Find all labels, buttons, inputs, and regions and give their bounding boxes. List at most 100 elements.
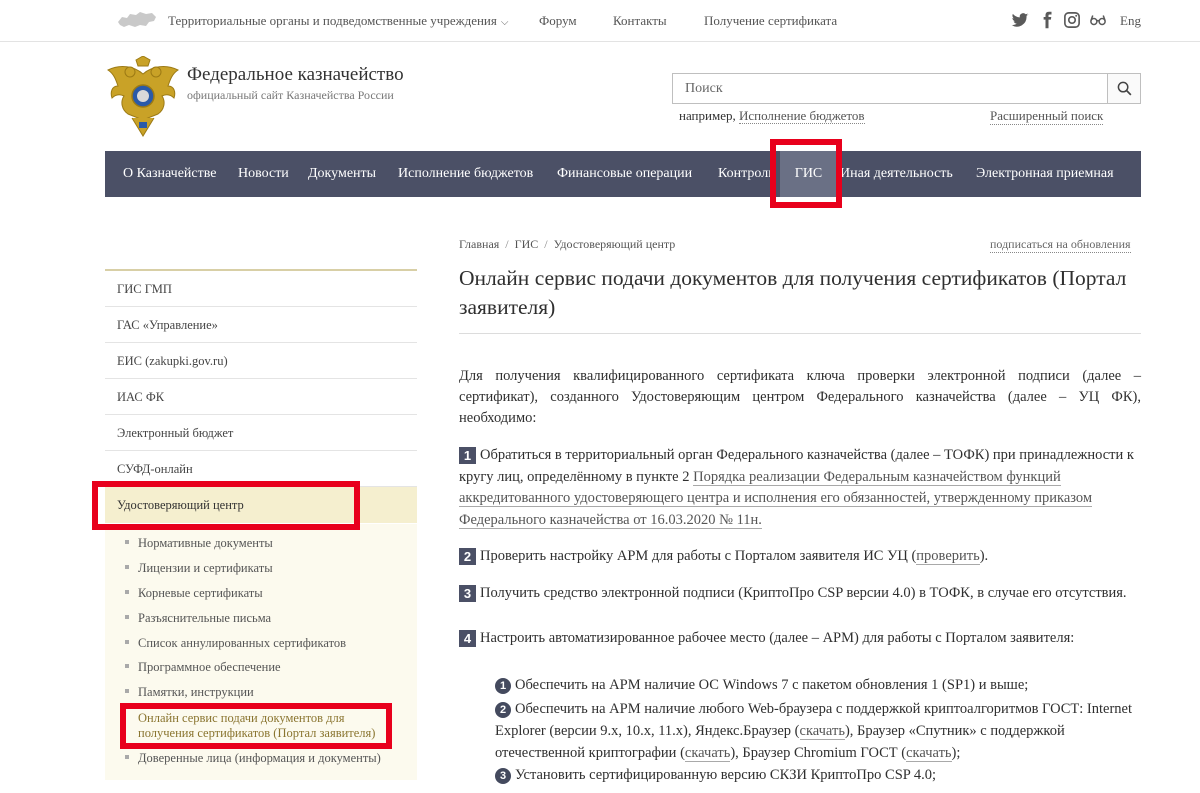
instagram-icon[interactable] xyxy=(1063,11,1081,29)
breadcrumb-gis[interactable]: ГИС xyxy=(515,237,539,251)
site-subtitle: официальный сайт Казначейства России xyxy=(187,88,394,102)
subscribe-link[interactable]: подписаться на обновления xyxy=(990,237,1131,253)
substep-3: 3 Установить сертифицированную версию СКЗ… xyxy=(495,764,936,786)
search-icon xyxy=(1117,81,1131,96)
russia-map-icon[interactable] xyxy=(116,10,158,30)
subitem-label: Список аннулированных сертификатов xyxy=(138,636,347,650)
contacts-link[interactable]: Контакты xyxy=(613,13,667,29)
sidebar: ГИС ГМП ГАС «Управление» ЕИС (zakupki.go… xyxy=(105,269,417,523)
sidebar-item-gas-management[interactable]: ГАС «Управление» xyxy=(105,307,417,343)
substep-number-1-icon: 1 xyxy=(495,678,511,694)
title-divider xyxy=(459,333,1141,334)
subitem-revoked-certificates[interactable]: Список аннулированных сертификатов xyxy=(125,636,346,651)
search-example-link[interactable]: Исполнение бюджетов xyxy=(738,108,865,124)
chevron-down-icon: ⌵ xyxy=(500,17,509,28)
sputnik-download-link[interactable]: скачать xyxy=(684,745,731,762)
sidebar-item-gis-gmp[interactable]: ГИС ГМП xyxy=(105,271,417,307)
substep-3-text: Установить сертифицированную версию СКЗИ… xyxy=(515,767,937,783)
subitem-label: Лицензии и сертификаты xyxy=(138,561,273,575)
treasury-emblem-logo[interactable] xyxy=(106,56,180,138)
subitem-label: Программное обеспечение xyxy=(138,660,281,674)
sidebar-item-sufd-online[interactable]: СУФД-онлайн xyxy=(105,451,417,487)
facebook-icon[interactable] xyxy=(1038,11,1056,29)
bullet-icon xyxy=(125,640,129,645)
bullet-icon xyxy=(125,540,129,545)
search-input[interactable] xyxy=(673,74,1107,103)
nav-item-gis[interactable]: ГИС xyxy=(780,151,837,197)
step-number-3-icon: 3 xyxy=(459,585,476,602)
subitem-label: Разъяснительные письма xyxy=(138,611,272,625)
bullet-icon xyxy=(125,689,129,694)
check-setup-link[interactable]: проверить xyxy=(916,548,980,565)
substep-1: 1 Обеспечить на АРМ наличие ОС Windows 7 … xyxy=(495,674,1028,696)
nav-item-control[interactable]: Контроль xyxy=(718,151,775,197)
nav-item-other-activity[interactable]: Иная деятельность xyxy=(840,151,953,197)
subitem-regulatory-documents[interactable]: Нормативные документы xyxy=(125,536,273,551)
nav-item-financial-operations[interactable]: Финансовые операции xyxy=(557,151,692,197)
breadcrumb: Главная / ГИС / Удостоверяющий центр xyxy=(459,237,676,251)
breadcrumb-certification-center[interactable]: Удостоверяющий центр xyxy=(554,237,676,251)
search-hint: например, Исполнение бюджетов xyxy=(679,108,865,124)
substep-2-text-c3: ); xyxy=(951,745,961,761)
nav-item-budget-execution[interactable]: Исполнение бюджетов xyxy=(398,151,533,197)
certificate-link[interactable]: Получение сертификата xyxy=(704,13,837,29)
substep-2-text-c: отечественной криптографии ( xyxy=(495,745,685,761)
main-navigation: О Казначействе Новости Документы Исполне… xyxy=(105,151,1141,197)
chromium-gost-download-link[interactable]: скачать xyxy=(906,745,952,762)
subitem-licenses[interactable]: Лицензии и сертификаты xyxy=(125,561,273,576)
territorial-bodies-label: Территориальные органы и подведомственны… xyxy=(168,13,497,28)
substep-2-text-b2: ), Браузер «Спутник» с поддержкой xyxy=(844,723,1065,739)
substep-2-text-b: Explorer (версии 9.x, 10.x, 11.x), Яндек… xyxy=(495,723,800,739)
step-3: 3 Получить средство электронной подписи (… xyxy=(459,583,1141,605)
subitem-instructions[interactable]: Памятки, инструкции xyxy=(125,685,254,700)
nav-item-about[interactable]: О Казначействе xyxy=(123,151,216,197)
subitem-label: Памятки, инструкции xyxy=(138,685,254,699)
substep-2-text-c2: ), Браузер Chromium ГОСТ ( xyxy=(730,745,907,761)
step-2-text: Проверить настройку АРМ для работы с Пор… xyxy=(480,548,917,564)
subitem-root-certificates[interactable]: Корневые сертификаты xyxy=(125,586,263,601)
sidebar-item-certification-center[interactable]: Удостоверяющий центр xyxy=(105,487,417,523)
substep-1-text: Обеспечить на АРМ наличие ОС Windows 7 с… xyxy=(515,677,1029,693)
search-hint-prefix: например, xyxy=(679,108,739,123)
nav-item-electronic-reception[interactable]: Электронная приемная xyxy=(976,151,1114,197)
subitem-software[interactable]: Программное обеспечение xyxy=(125,660,281,675)
sidebar-item-electronic-budget[interactable]: Электронный бюджет xyxy=(105,415,417,451)
breadcrumb-home[interactable]: Главная xyxy=(459,237,499,251)
forum-link[interactable]: Форум xyxy=(539,13,577,29)
subitem-applicant-portal-current[interactable]: Онлайн сервис подачи документов для полу… xyxy=(138,711,375,741)
yandex-download-link[interactable]: скачать xyxy=(799,723,845,740)
step-4: 4 Настроить автоматизированное рабочее ме… xyxy=(459,628,1141,650)
bullet-icon xyxy=(125,565,129,570)
english-language-link[interactable]: Eng xyxy=(1120,13,1141,29)
advanced-search-link[interactable]: Расширенный поиск xyxy=(990,108,1104,125)
bullet-icon xyxy=(125,755,129,760)
step-2: 2 Проверить настройку АРМ для работы с По… xyxy=(459,546,1141,568)
sidebar-item-ias-fk[interactable]: ИАС ФК xyxy=(105,379,417,415)
current-line-1: Онлайн сервис подачи документов для xyxy=(138,711,345,725)
substep-2: 2 Обеспечить на АРМ наличие любого Web-бр… xyxy=(495,698,1141,764)
step-number-4-icon: 4 xyxy=(459,630,476,647)
glasses-icon[interactable] xyxy=(1089,11,1107,29)
twitter-icon[interactable] xyxy=(1011,11,1029,29)
step-4-text: Настроить автоматизированное рабочее мес… xyxy=(480,630,1075,646)
territorial-bodies-link[interactable]: Территориальные органы и подведомственны… xyxy=(168,13,508,29)
step-2-end: ). xyxy=(979,548,989,564)
nav-item-documents[interactable]: Документы xyxy=(308,151,376,197)
search-box xyxy=(672,73,1141,104)
subitem-trusted-persons[interactable]: Доверенные лица (информация и документы) xyxy=(125,751,381,766)
step-number-2-icon: 2 xyxy=(459,548,476,565)
bullet-icon xyxy=(125,615,129,620)
site-title[interactable]: Федеральное казначейство xyxy=(187,64,404,86)
step-3-text: Получить средство электронной подписи (К… xyxy=(480,585,1127,601)
search-button[interactable] xyxy=(1107,74,1140,103)
step-1: 1 Обратиться в территориальный орган Феде… xyxy=(459,445,1141,531)
bullet-icon xyxy=(125,664,129,669)
subitem-label: Нормативные документы xyxy=(138,536,273,550)
substep-2-text-a: Обеспечить на АРМ наличие любого Web-бра… xyxy=(515,701,1132,717)
subitem-label: Доверенные лица (информация и документы) xyxy=(138,751,381,765)
intro-paragraph: Для получения квалифицированного сертифи… xyxy=(459,368,1141,426)
step-number-1-icon: 1 xyxy=(459,447,476,464)
subitem-explanatory-letters[interactable]: Разъяснительные письма xyxy=(125,611,271,626)
nav-item-news[interactable]: Новости xyxy=(238,151,289,197)
sidebar-item-eis[interactable]: ЕИС (zakupki.gov.ru) xyxy=(105,343,417,379)
